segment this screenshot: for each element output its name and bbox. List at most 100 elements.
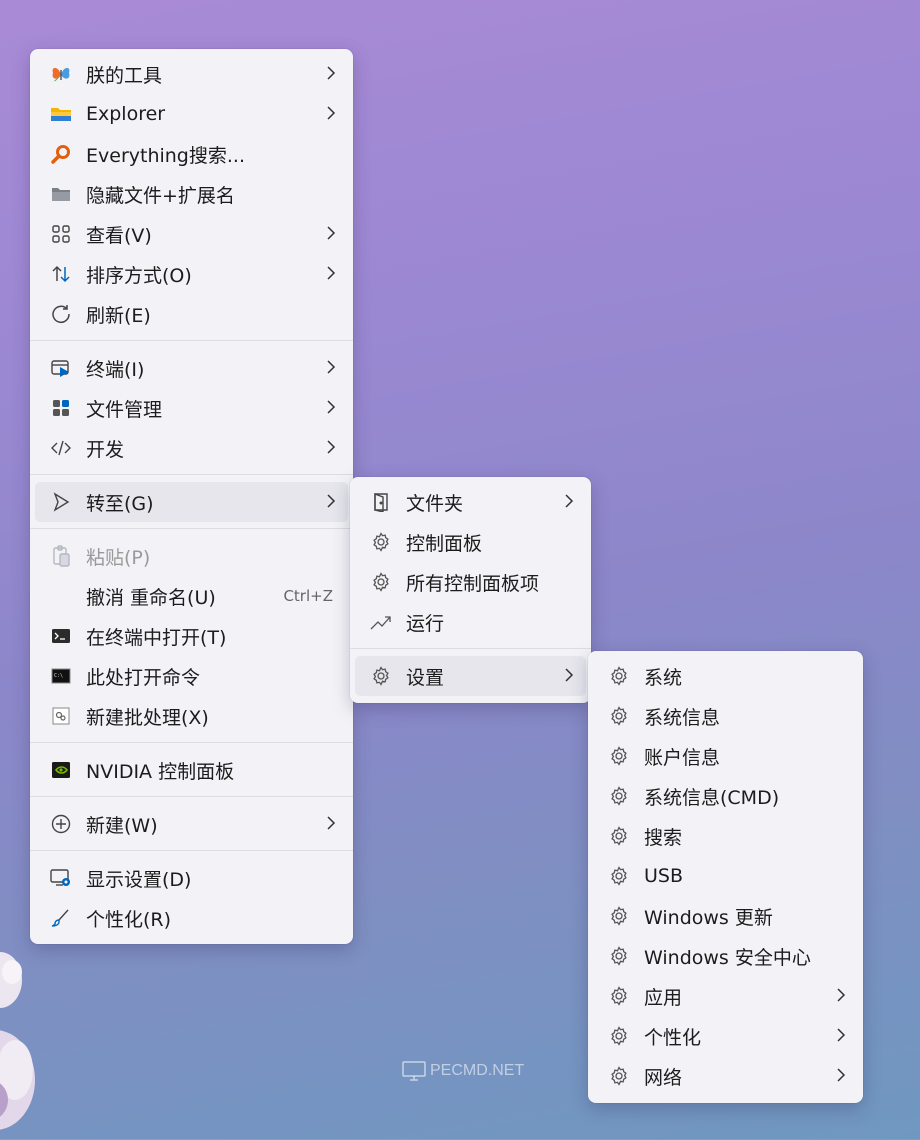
menu-item-personalization[interactable]: 个性化: [593, 1016, 858, 1056]
menu-item-refresh[interactable]: 刷新(E): [35, 294, 348, 334]
chevron-right-icon: [836, 1066, 846, 1087]
settings-submenu: 系统 系统信息 账户信息 系统信息(CMD) 搜索 USB Windows 更新…: [588, 651, 863, 1103]
menu-item-paste[interactable]: 粘贴(P): [35, 536, 348, 576]
menu-item-nvidia-control-panel[interactable]: NVIDIA 控制面板: [35, 750, 348, 790]
menu-item-label: Explorer: [86, 103, 166, 125]
butterfly-icon: [50, 63, 72, 85]
chevron-right-icon: [564, 492, 574, 513]
folder-icon: [50, 103, 72, 125]
gear-icon: [608, 945, 630, 967]
menu-item-display-settings[interactable]: 显示设置(D): [35, 858, 348, 898]
menu-item-label: Windows 更新: [644, 906, 773, 929]
menu-item-label: USB: [644, 865, 684, 887]
magnifier-icon: [50, 143, 72, 165]
gear-icon: [370, 665, 392, 687]
folder-gray-icon: [50, 183, 72, 205]
menu-item-label: 在终端中打开(T): [86, 626, 227, 649]
menu-item-label: 个性化: [644, 1026, 702, 1049]
flower-decoration: [0, 952, 35, 1130]
chevron-right-icon: [326, 438, 336, 459]
menu-item-account-info[interactable]: 账户信息: [593, 736, 858, 776]
menu-item-label: 个性化(R): [86, 908, 172, 931]
menu-item-label: 撤消 重命名(U): [86, 586, 216, 609]
goto-submenu: 文件夹 控制面板 所有控制面板项 运行 设置: [350, 477, 591, 703]
menu-item-view[interactable]: 查看(V): [35, 214, 348, 254]
menu-item-label: 文件管理: [86, 398, 163, 421]
menu-separator: [30, 742, 353, 743]
menu-item-personalize[interactable]: 个性化(R): [35, 898, 348, 938]
menu-item-label: 设置: [406, 666, 445, 689]
brush-icon: [50, 907, 72, 929]
menu-item-hidden-files[interactable]: 隐藏文件+扩展名: [35, 174, 348, 214]
display-icon: [50, 867, 72, 889]
menu-item-my-tools[interactable]: 朕的工具: [35, 54, 348, 94]
menu-separator: [30, 340, 353, 341]
menu-item-label: 所有控制面板项: [406, 572, 540, 595]
menu-item-explorer[interactable]: Explorer: [35, 94, 348, 134]
grid-view-icon: [50, 223, 72, 245]
menu-item-develop[interactable]: 开发: [35, 428, 348, 468]
menu-item-label: 应用: [644, 986, 683, 1009]
menu-item-undo-rename[interactable]: 撤消 重命名(U) Ctrl+Z: [35, 576, 348, 616]
menu-item-label: 终端(I): [86, 358, 145, 381]
menu-separator: [30, 528, 353, 529]
menu-item-new-batch[interactable]: 新建批处理(X): [35, 696, 348, 736]
menu-item-label: 刷新(E): [86, 304, 151, 327]
menu-item-label: 新建批处理(X): [86, 706, 209, 729]
menu-item-open-cmd-here[interactable]: C:\ 此处打开命令: [35, 656, 348, 696]
menu-item-system[interactable]: 系统: [593, 656, 858, 696]
menu-item-control-panel[interactable]: 控制面板: [355, 522, 586, 562]
menu-item-apps[interactable]: 应用: [593, 976, 858, 1016]
gear-icon: [608, 785, 630, 807]
refresh-icon: [50, 303, 72, 325]
menu-item-search[interactable]: 搜索: [593, 816, 858, 856]
plus-circle-icon: [50, 813, 72, 835]
menu-item-settings[interactable]: 设置: [355, 656, 586, 696]
menu-item-terminal[interactable]: 终端(I): [35, 348, 348, 388]
menu-item-run[interactable]: 运行: [355, 602, 586, 642]
menu-item-windows-update[interactable]: Windows 更新: [593, 896, 858, 936]
menu-item-go-to[interactable]: 转至(G): [35, 482, 348, 522]
menu-item-everything-search[interactable]: Everything搜索...: [35, 134, 348, 174]
gear-icon: [608, 745, 630, 767]
chevron-right-icon: [326, 814, 336, 835]
svg-text:C:\: C:\: [54, 673, 63, 679]
chevron-right-icon: [564, 666, 574, 687]
paste-icon: [50, 545, 72, 567]
menu-separator: [30, 796, 353, 797]
pointer-icon: [50, 491, 72, 513]
menu-item-network[interactable]: 网络: [593, 1056, 858, 1096]
chevron-right-icon: [836, 1026, 846, 1047]
menu-item-usb[interactable]: USB: [593, 856, 858, 896]
menu-item-system-info-cmd[interactable]: 系统信息(CMD): [593, 776, 858, 816]
menu-item-label: 运行: [406, 612, 445, 635]
context-menu: 朕的工具 Explorer Everything搜索... 隐藏文件+扩展名 查…: [30, 49, 353, 944]
terminal-icon: [50, 357, 72, 379]
gear-icon: [608, 665, 630, 687]
gear-icon: [608, 1025, 630, 1047]
menu-item-label: 文件夹: [406, 492, 464, 515]
menu-item-folder[interactable]: 文件夹: [355, 482, 586, 522]
gear-icon: [608, 1065, 630, 1087]
apps-icon: [50, 397, 72, 419]
menu-item-label: 新建(W): [86, 814, 158, 837]
chevron-right-icon: [836, 986, 846, 1007]
chevron-right-icon: [326, 398, 336, 419]
code-icon: [50, 437, 72, 459]
menu-item-windows-security[interactable]: Windows 安全中心: [593, 936, 858, 976]
menu-item-label: 隐藏文件+扩展名: [86, 184, 235, 207]
menu-separator: [30, 474, 353, 475]
menu-item-file-management[interactable]: 文件管理: [35, 388, 348, 428]
menu-item-label: 此处打开命令: [86, 666, 201, 689]
menu-item-new[interactable]: 新建(W): [35, 804, 348, 844]
menu-item-label: Windows 安全中心: [644, 946, 811, 969]
menu-item-open-in-terminal[interactable]: 在终端中打开(T): [35, 616, 348, 656]
menu-item-label: 控制面板: [406, 532, 483, 555]
menu-item-system-info[interactable]: 系统信息: [593, 696, 858, 736]
gear-icon: [370, 531, 392, 553]
gear-icon: [608, 825, 630, 847]
menu-item-label: 排序方式(O): [86, 264, 192, 287]
menu-item-all-control-panel-items[interactable]: 所有控制面板项: [355, 562, 586, 602]
gear-icon: [370, 571, 392, 593]
menu-item-sort-by[interactable]: 排序方式(O): [35, 254, 348, 294]
